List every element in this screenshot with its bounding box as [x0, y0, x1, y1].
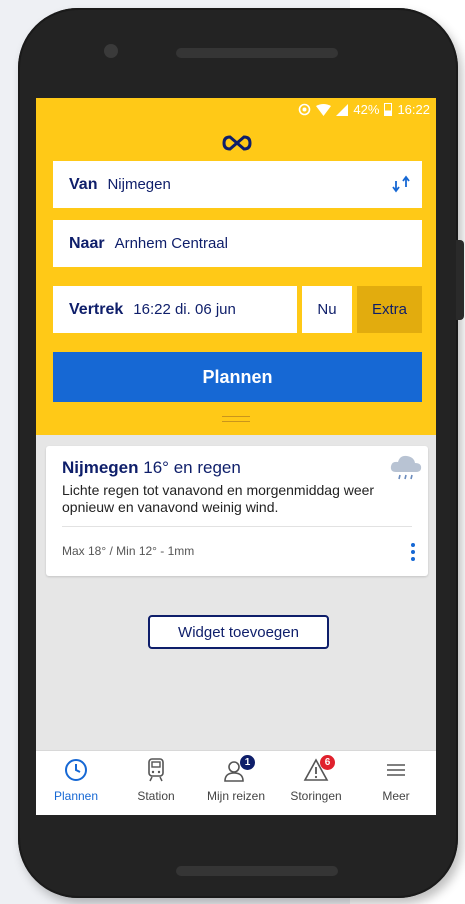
to-station-field[interactable]: Naar Arnhem Centraal	[53, 220, 422, 267]
departure-time-field[interactable]: Vertrek 16:22 di. 06 jun	[53, 286, 297, 333]
nav-label-plannen: Plannen	[53, 789, 99, 803]
bottom-navigation: Plannen Station 1 Mijn reizen 6 Storinge…	[36, 750, 436, 815]
nav-item-mijn-reizen[interactable]: 1 Mijn reizen	[196, 751, 276, 815]
disruptions-badge: 6	[320, 755, 335, 770]
train-icon	[148, 758, 164, 782]
app-screen: 42% 16:22 Van Nijmegen Naar Arnhem Centr…	[36, 98, 436, 815]
drag-handle[interactable]	[222, 416, 250, 422]
nav-label-mijn-reizen: Mijn reizen	[206, 789, 266, 803]
plan-trip-button[interactable]: Plannen	[53, 352, 422, 402]
from-station-field[interactable]: Van Nijmegen	[53, 161, 422, 208]
to-label: Naar	[69, 234, 105, 252]
extra-options-button[interactable]: Extra	[357, 286, 422, 333]
signal-icon	[336, 103, 349, 116]
nav-label-meer: Meer	[382, 789, 410, 803]
top-speaker	[176, 48, 338, 58]
weather-divider	[62, 526, 412, 527]
battery-percent: 42%	[353, 102, 380, 117]
departure-label: Vertrek	[69, 300, 124, 318]
weather-details: Max 18° / Min 12° - 1mm	[62, 544, 195, 558]
wifi-icon	[316, 103, 332, 116]
weather-title: Nijmegen 16° en regen	[62, 458, 241, 478]
now-button[interactable]: Nu	[302, 286, 352, 333]
power-button	[456, 240, 464, 320]
add-widget-button[interactable]: Widget toevoegen	[148, 615, 329, 649]
from-value: Nijmegen	[107, 176, 171, 193]
clock-icon	[65, 759, 87, 781]
nav-item-meer[interactable]: Meer	[356, 751, 436, 815]
menu-icon	[387, 764, 405, 776]
bottom-speaker	[176, 866, 338, 876]
nav-item-plannen[interactable]: Plannen	[36, 751, 116, 815]
weather-description: Lichte regen tot vanavond en morgenmidda…	[62, 482, 375, 515]
to-value: Arnhem Centraal	[114, 235, 228, 252]
weather-summary: 16° en regen	[143, 458, 241, 477]
battery-icon	[384, 103, 393, 116]
more-options-icon[interactable]	[410, 543, 416, 561]
nav-item-storingen[interactable]: 6 Storingen	[276, 751, 356, 815]
weather-card[interactable]: Nijmegen 16° en regen Lichte regen tot v…	[46, 446, 428, 576]
nav-label-station: Station	[137, 789, 175, 803]
status-time: 16:22	[397, 102, 430, 117]
front-camera	[104, 44, 118, 58]
location-icon	[299, 103, 311, 116]
trips-badge: 1	[240, 755, 255, 770]
nav-item-station[interactable]: Station	[116, 751, 196, 815]
rain-cloud-icon	[390, 455, 422, 480]
weather-city: Nijmegen	[62, 458, 139, 477]
nav-label-storingen: Storingen	[290, 789, 342, 803]
ns-logo-icon	[222, 135, 252, 151]
from-label: Van	[69, 175, 98, 193]
departure-value: 16:22 di. 06 jun	[133, 301, 236, 318]
planner-header: 42% 16:22 Van Nijmegen Naar Arnhem Centr…	[36, 98, 436, 435]
swap-stations-icon[interactable]	[390, 173, 412, 195]
status-bar: 42% 16:22	[36, 98, 436, 122]
